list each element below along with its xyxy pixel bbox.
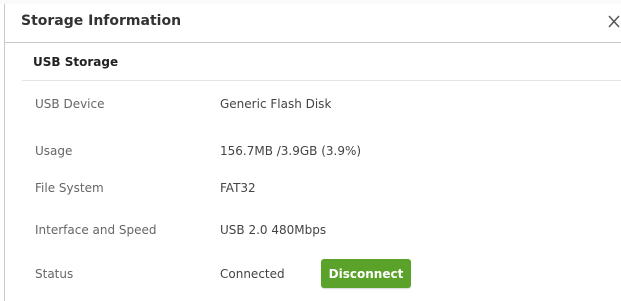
section-title: USB Storage [33,55,119,69]
storage-information-dialog: Storage Information USB Storage USB Devi… [0,0,621,301]
row-interface-speed: Interface and Speed USB 2.0 480Mbps [0,218,621,242]
interface-speed-label: Interface and Speed [35,223,157,237]
interface-speed-value: USB 2.0 480Mbps [220,223,327,237]
row-file-system: File System FAT32 [0,176,621,200]
dialog-header: Storage Information [5,4,621,43]
status-value: Connected [220,267,285,281]
section-divider [22,80,621,81]
row-usb-device: USB Device Generic Flash Disk [0,92,621,116]
usb-device-label: USB Device [35,97,105,111]
close-button[interactable] [599,8,621,34]
dialog-title: Storage Information [21,13,182,29]
disconnect-button[interactable]: Disconnect [321,259,411,288]
row-status: Status Connected [0,262,621,286]
status-label: Status [35,267,74,281]
usage-value: 156.7MB /3.9GB (3.9%) [220,144,362,158]
usb-device-value: Generic Flash Disk [220,97,332,111]
close-icon [608,15,620,28]
row-usage: Usage 156.7MB /3.9GB (3.9%) [0,139,621,163]
file-system-label: File System [35,181,104,195]
usage-label: Usage [35,144,73,158]
file-system-value: FAT32 [220,181,256,195]
